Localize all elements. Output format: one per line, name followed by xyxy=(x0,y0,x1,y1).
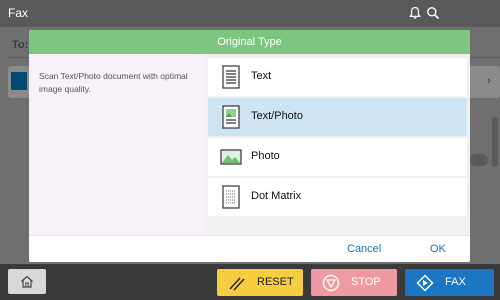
option-list: Text Text/Photo Photo Dot Matrix xyxy=(205,54,470,235)
option-text-photo[interactable]: Text/Photo xyxy=(208,98,467,136)
app-title: Fax xyxy=(8,6,29,20)
home-icon xyxy=(21,275,33,288)
stop-label: STOP xyxy=(351,276,381,288)
reset-button[interactable]: RESET xyxy=(217,269,303,296)
to-label: To: xyxy=(12,39,29,51)
stop-button[interactable]: STOP xyxy=(311,269,397,296)
chevron-right-icon: › xyxy=(487,75,491,87)
stop-icon xyxy=(322,274,340,292)
text-document-icon xyxy=(222,65,240,89)
dot-matrix-document-icon xyxy=(222,185,240,209)
search-icon[interactable] xyxy=(426,6,440,20)
dialog-footer: Cancel OK xyxy=(29,235,470,262)
scrollbar xyxy=(492,117,498,167)
ok-button[interactable]: OK xyxy=(430,243,446,255)
option-photo[interactable]: Photo xyxy=(208,138,467,176)
option-label: Text xyxy=(251,70,272,82)
start-icon xyxy=(416,274,434,292)
fax-start-button[interactable]: FAX xyxy=(405,269,494,296)
option-label: Photo xyxy=(251,150,280,162)
reset-label: RESET xyxy=(257,276,294,288)
dialog-title: Original Type xyxy=(29,30,470,54)
home-button[interactable] xyxy=(8,269,46,294)
option-text[interactable]: Text xyxy=(208,58,467,96)
bell-icon[interactable] xyxy=(408,6,422,20)
bottom-bar: RESET STOP FAX xyxy=(0,264,500,300)
photo-icon xyxy=(220,149,242,165)
dialog-description: Scan Text/Photo document with optimal im… xyxy=(29,54,205,235)
option-dot-matrix[interactable]: Dot Matrix xyxy=(208,178,467,216)
original-type-dialog: Original Type Scan Text/Photo document w… xyxy=(29,30,470,262)
cancel-button[interactable]: Cancel xyxy=(347,243,381,255)
background-button xyxy=(11,72,27,90)
background-toggle xyxy=(470,154,488,166)
option-label: Text/Photo xyxy=(251,110,303,122)
fax-label: FAX xyxy=(445,276,466,288)
reset-icon xyxy=(229,277,245,291)
title-bar: Fax xyxy=(0,0,500,27)
option-label: Dot Matrix xyxy=(251,190,302,202)
text-photo-document-icon xyxy=(222,105,240,129)
background-panel-right xyxy=(470,66,500,98)
